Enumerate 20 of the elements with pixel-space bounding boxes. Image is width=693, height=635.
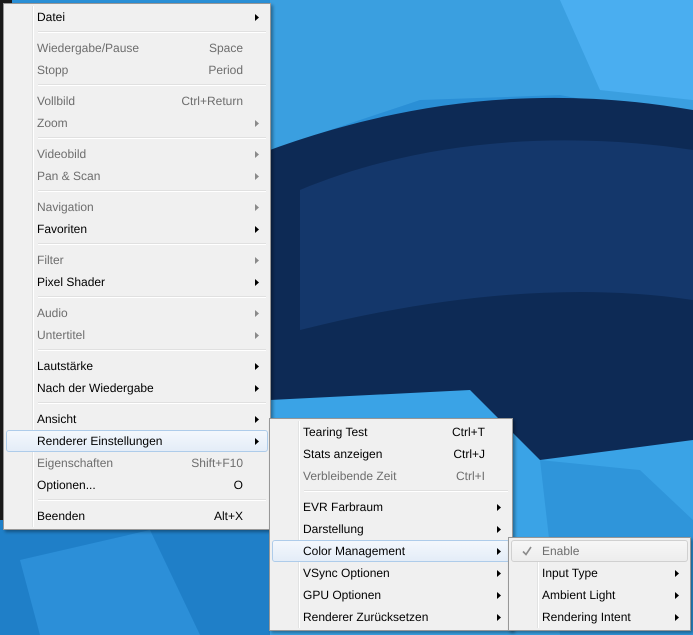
menu-item[interactable]: Lautstärke [6,355,268,377]
menu-item[interactable]: Beenden Alt+X [6,505,268,527]
menu-item[interactable]: Optionen... O [6,474,268,496]
menu-item[interactable]: Tearing Test Ctrl+T [272,421,510,443]
menu-item[interactable]: EVR Farbraum [272,496,510,518]
menu-item[interactable]: GPU Optionen [272,584,510,606]
menu-item[interactable]: Input Type [511,562,688,584]
menu-item[interactable]: VSync Optionen [272,562,510,584]
menu-item[interactable]: Ansicht [6,408,268,430]
menu-item[interactable]: Darstellung [272,518,510,540]
menu-item[interactable]: Stats anzeigen Ctrl+J [272,443,510,465]
menu-item[interactable]: Favoriten [6,218,268,240]
menu-item[interactable]: Renderer Einstellungen [6,430,268,452]
menu-item[interactable]: Color Management [272,540,510,562]
menu-item[interactable]: Datei [6,6,268,28]
menu-item[interactable]: Renderer Zurücksetzen [272,606,510,628]
menu-item[interactable]: Nach der Wiedergabe [6,377,268,399]
menu-item[interactable]: Ambient Light [511,584,688,606]
menu-item[interactable]: Pixel Shader [6,271,268,293]
menu-item[interactable]: Rendering Intent [511,606,688,628]
